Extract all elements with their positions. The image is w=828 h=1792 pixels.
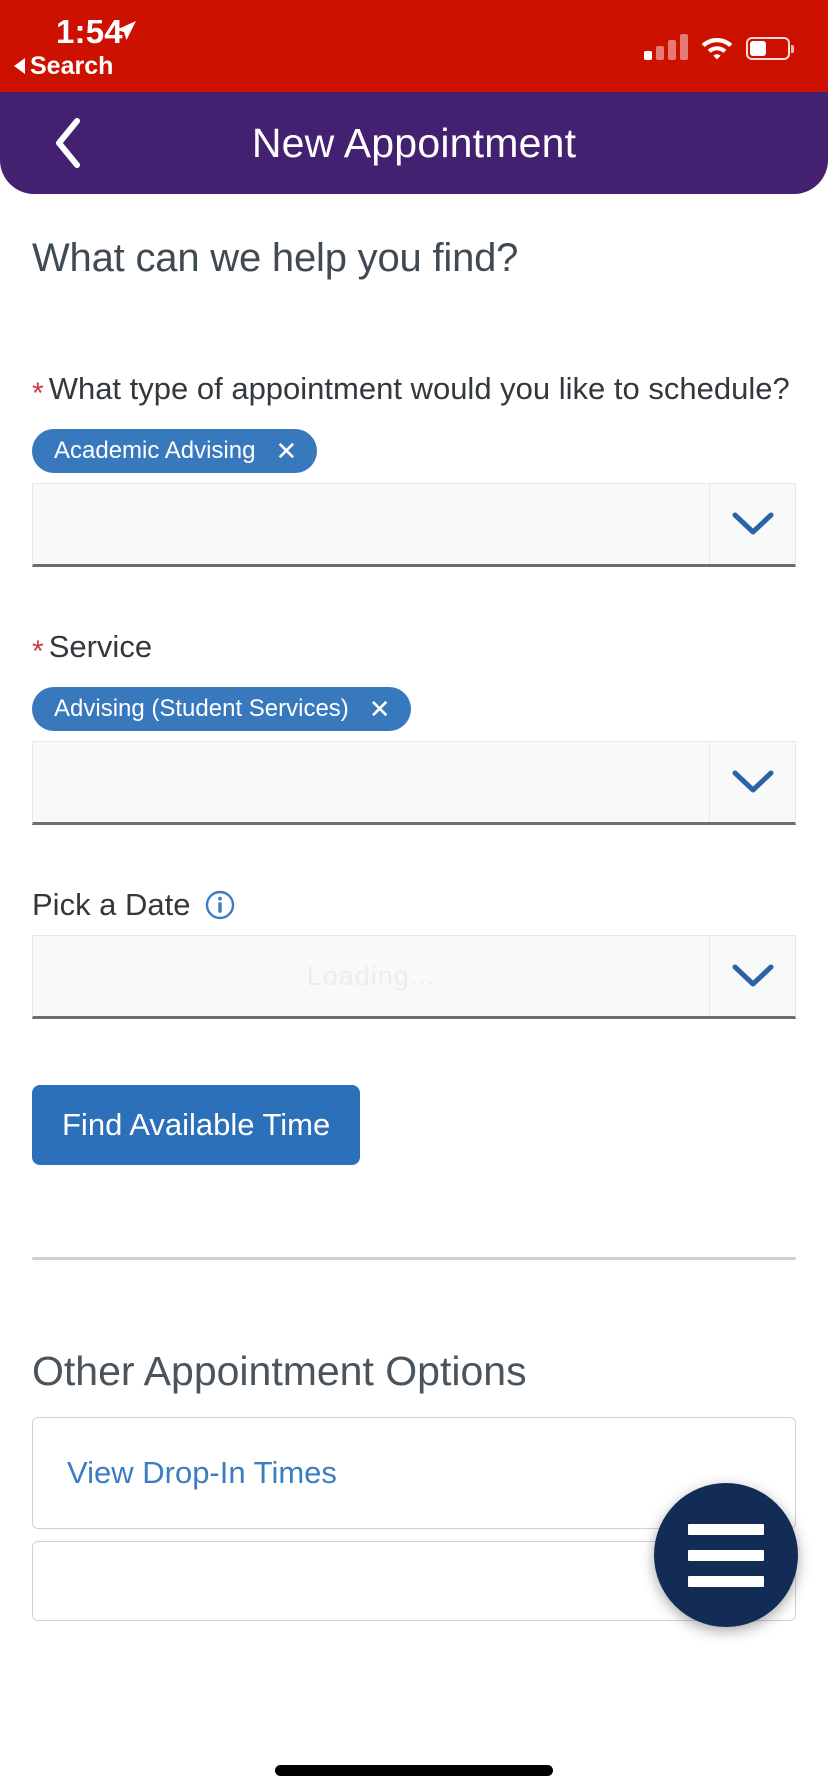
battery-icon	[746, 37, 794, 60]
status-indicators	[644, 26, 794, 60]
field-appointment-type: * What type of appointment would you lik…	[32, 369, 796, 567]
service-chips: Advising (Student Services) ✕	[32, 687, 796, 731]
wifi-icon	[701, 38, 733, 60]
other-appointment-options-heading: Other Appointment Options	[32, 1348, 527, 1394]
location-arrow-icon	[116, 21, 136, 40]
appointment-type-chips: Academic Advising ✕	[32, 429, 796, 473]
pick-a-date-label: Pick a Date	[32, 885, 796, 925]
home-indicator	[275, 1765, 553, 1776]
pick-a-date-label-text: Pick a Date	[32, 887, 191, 922]
chevron-down-icon	[732, 770, 773, 793]
appointment-type-label-text: What type of appointment would you like …	[48, 371, 790, 406]
info-circle-icon[interactable]	[205, 890, 235, 920]
pick-a-date-select-value: Loading...	[306, 960, 436, 991]
service-label-text: Service	[48, 629, 153, 664]
appointment-type-select[interactable]	[32, 483, 796, 567]
service-select-arrow[interactable]	[709, 742, 795, 822]
status-time: 1:54	[56, 13, 123, 50]
main-content: What can we help you find? * What type o…	[0, 236, 828, 1621]
pick-a-date-select-arrow[interactable]	[709, 936, 795, 1016]
chevron-down-icon	[732, 964, 773, 987]
hamburger-menu-icon-bar	[688, 1549, 764, 1561]
chevron-left-icon	[56, 118, 80, 168]
required-asterisk: *	[32, 377, 44, 410]
required-asterisk: *	[32, 635, 44, 668]
section-divider	[32, 1257, 796, 1260]
hamburger-menu-icon-bar	[688, 1523, 764, 1535]
menu-fab-button[interactable]	[654, 1483, 798, 1627]
option-card-label: View Drop-In Times	[67, 1455, 337, 1490]
chip-label: Advising (Student Services)	[54, 695, 349, 722]
cellular-signal-icon	[644, 34, 688, 60]
back-triangle-icon	[14, 58, 25, 74]
chip-advising-student-services[interactable]: Advising (Student Services) ✕	[32, 687, 411, 731]
close-icon[interactable]: ✕	[369, 696, 391, 722]
back-button[interactable]	[40, 115, 96, 171]
page-heading: What can we help you find?	[32, 236, 519, 280]
pick-a-date-select[interactable]: Loading...	[32, 935, 796, 1019]
page-title: New Appointment	[251, 119, 577, 166]
appointment-type-label: * What type of appointment would you lik…	[32, 369, 796, 409]
field-pick-a-date: Pick a Date Loading...	[32, 885, 796, 1019]
chevron-down-icon	[732, 512, 773, 535]
navbar: New Appointment	[0, 92, 828, 194]
hamburger-menu-icon-bar	[688, 1575, 764, 1587]
service-label: * Service	[32, 627, 796, 667]
chip-academic-advising[interactable]: Academic Advising ✕	[32, 429, 318, 473]
find-available-time-button[interactable]: Find Available Time	[32, 1085, 361, 1165]
status-back-label: Search	[30, 52, 114, 80]
close-icon[interactable]: ✕	[275, 438, 297, 464]
appointment-type-select-arrow[interactable]	[709, 484, 795, 564]
chip-label: Academic Advising	[54, 437, 256, 464]
service-select[interactable]	[32, 741, 796, 825]
status-bar: 1:54 Search	[0, 0, 828, 92]
field-service: * Service Advising (Student Services) ✕	[32, 627, 796, 825]
status-back-to-search[interactable]: Search	[14, 51, 113, 81]
